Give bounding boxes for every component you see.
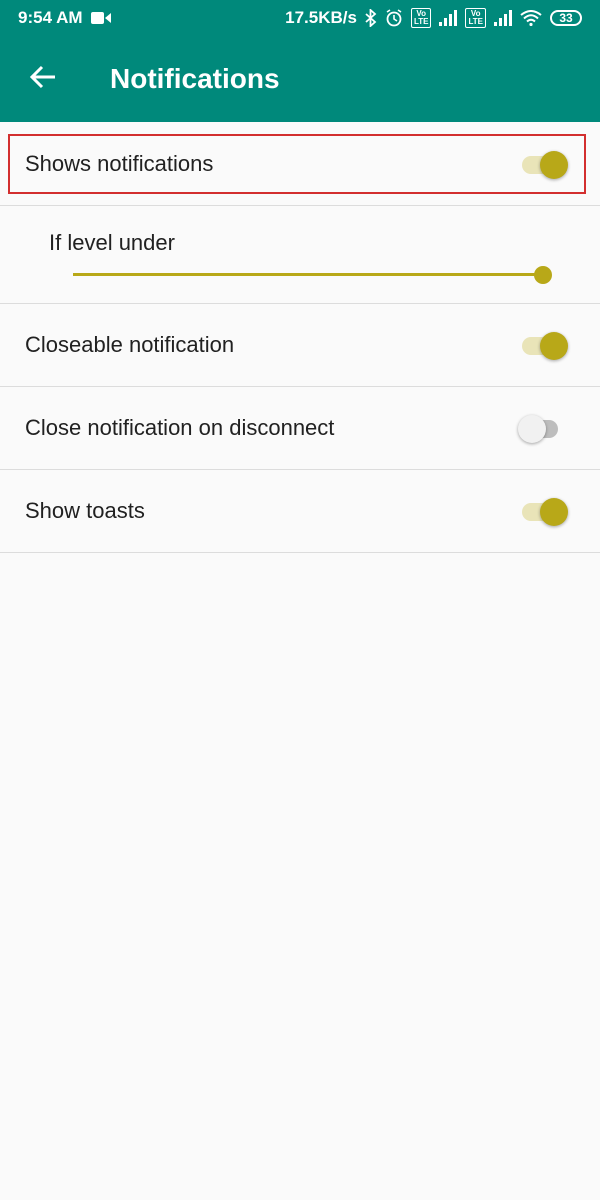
pref-label: Closeable notification <box>25 332 235 357</box>
close-on-disconnect-switch[interactable] <box>518 413 570 443</box>
level-slider[interactable] <box>73 266 552 284</box>
status-bar: 9:54 AM 17.5KB/s Vo LTE Vo LTE 33 <box>0 0 600 36</box>
pref-close-on-disconnect[interactable]: Close notification on disconnect <box>0 387 600 470</box>
switch-thumb <box>540 150 568 179</box>
page-title: Notifications <box>110 63 280 94</box>
app-bar: Notifications <box>0 36 600 122</box>
network-speed: 17.5KB/s <box>285 8 357 27</box>
volte-icon-2: Vo LTE <box>465 8 486 28</box>
pref-label: Show toasts <box>25 498 145 523</box>
switch-thumb <box>518 415 546 443</box>
pref-shows-notifications[interactable]: Shows notifications <box>0 122 600 206</box>
slider-thumb[interactable] <box>534 266 552 284</box>
volte-icon: Vo LTE <box>410 8 432 28</box>
show-toasts-switch[interactable] <box>520 496 570 526</box>
pref-closeable-notification[interactable]: Closeable notification <box>0 304 600 387</box>
pref-label: Close notification on disconnect <box>25 415 335 440</box>
battery-icon: 33 <box>550 10 582 26</box>
slider-track <box>73 273 543 276</box>
slider-label: If level under <box>49 230 175 255</box>
closeable-notification-switch[interactable] <box>520 330 570 360</box>
video-camera-icon <box>90 11 111 25</box>
alarm-icon <box>385 9 403 27</box>
pref-level-slider: If level under <box>0 206 600 304</box>
switch-thumb <box>540 498 568 526</box>
preferences-list: Shows notifications If level under Close… <box>0 122 600 553</box>
switch-thumb <box>540 332 568 360</box>
back-button[interactable] <box>0 36 86 122</box>
wifi-icon <box>520 10 542 26</box>
shows-notifications-switch[interactable] <box>520 149 570 179</box>
signal-icon-2 <box>494 10 512 26</box>
bluetooth-icon <box>365 9 377 27</box>
status-time: 9:54 AM <box>18 8 83 27</box>
signal-icon <box>439 10 458 26</box>
battery-level: 33 <box>559 11 573 25</box>
pref-label: Shows notifications <box>25 150 214 176</box>
pref-show-toasts[interactable]: Show toasts <box>0 470 600 553</box>
arrow-back-icon <box>29 63 57 96</box>
